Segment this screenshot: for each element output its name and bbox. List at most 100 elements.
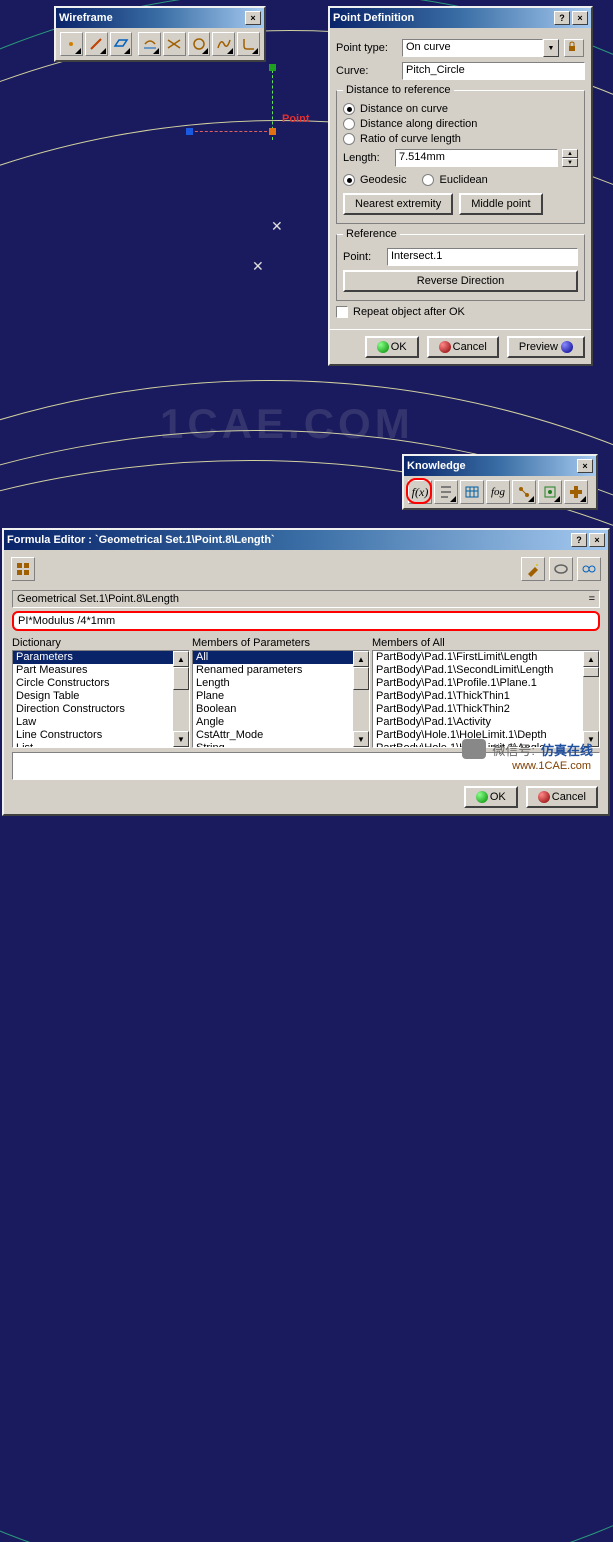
radio-label: Euclidean [439,174,487,186]
radio-label: Geodesic [360,174,406,186]
ok-button[interactable]: OK [365,336,419,358]
list-item[interactable]: PartBody\Pad.1\SecondLimit\Length [373,664,599,677]
cancel-button[interactable]: Cancel [526,786,598,808]
wireframe-titlebar[interactable]: Wireframe × [56,8,264,28]
handle[interactable] [269,64,276,71]
circle-tool[interactable] [188,32,211,56]
knowledge-tool[interactable] [512,480,536,504]
reverse-direction-button[interactable]: Reverse Direction [343,270,578,292]
list-item[interactable]: Boolean [193,703,369,716]
scroll-down-icon[interactable]: ▼ [173,731,189,747]
list-item[interactable]: String [193,742,369,748]
close-icon[interactable]: × [577,459,593,473]
list-item[interactable]: All [193,651,369,664]
spinner-up-icon[interactable]: ▲ [562,149,578,158]
preview-button[interactable]: Preview [507,336,585,358]
list-item[interactable]: Law [13,716,189,729]
cancel-button[interactable]: Cancel [427,336,499,358]
close-icon[interactable]: × [572,11,588,25]
pointdef-titlebar[interactable]: Point Definition ? × [330,8,591,28]
scroll-thumb[interactable] [173,667,189,690]
scroll-up-icon[interactable]: ▲ [173,651,189,667]
intersect-tool[interactable] [163,32,186,56]
eraser-tool[interactable] [549,557,573,581]
help-icon[interactable]: ? [571,533,587,547]
close-icon[interactable]: × [245,11,261,25]
incremental-tool[interactable] [11,557,35,581]
pointtype-select[interactable]: On curve [402,39,543,57]
curve-field[interactable]: Pitch_Circle [402,62,585,80]
handle[interactable] [269,128,276,135]
list-item[interactable]: CstAttr_Mode [193,729,369,742]
chevron-down-icon[interactable]: ▼ [543,39,559,57]
wechat-label: 微信号: [492,740,535,759]
scroll-up-icon[interactable]: ▲ [583,651,599,667]
line-tool[interactable] [85,32,108,56]
list-item[interactable]: PartBody\Pad.1\Activity [373,716,599,729]
list-item[interactable]: PartBody\Pad.1\FirstLimit\Length [373,651,599,664]
ok-button[interactable]: OK [464,786,518,808]
scrollbar[interactable]: ▲▼ [353,651,369,747]
point-field[interactable]: Intersect.1 [387,248,578,266]
spline-tool[interactable] [212,32,235,56]
formula-titlebar[interactable]: Formula Editor : `Geometrical Set.1\Poin… [4,530,608,550]
link-tool[interactable] [577,557,601,581]
scroll-up-icon[interactable]: ▲ [353,651,369,667]
list-item[interactable]: Plane [193,690,369,703]
scroll-down-icon[interactable]: ▼ [353,731,369,747]
corner-tool[interactable] [237,32,260,56]
scrollbar[interactable]: ▲▼ [583,651,599,747]
radio-ratio[interactable]: Ratio of curve length [343,133,578,145]
list-item[interactable]: PartBody\Pad.1\ThickThin1 [373,690,599,703]
radio-geodesic[interactable]: Geodesic [343,174,406,186]
radio-on-curve[interactable]: Distance on curve [343,103,578,115]
list-item[interactable]: Length [193,677,369,690]
checkbox-icon [336,306,348,318]
plane-tool[interactable] [110,32,133,56]
scroll-thumb[interactable] [353,667,369,690]
knowledge-titlebar[interactable]: Knowledge × [404,456,596,476]
point-tool[interactable] [60,32,83,56]
scrollbar[interactable]: ▲▼ [173,651,189,747]
length-spinner[interactable]: ▲▼ [562,149,578,167]
members-param-list[interactable]: All Renamed parameters Length Plane Bool… [192,650,370,748]
list-item[interactable]: PartBody\Pad.1\Profile.1\Plane.1 [373,677,599,690]
list-item[interactable]: Line Constructors [13,729,189,742]
law-tool[interactable]: fog [486,480,510,504]
reference-fieldset: Reference Point: Intersect.1 Reverse Dir… [336,228,585,301]
list-item[interactable]: Part Measures [13,664,189,677]
list-item[interactable]: PartBody\Pad.1\ThickThin2 [373,703,599,716]
distance-legend: Distance to reference [343,84,454,96]
repeat-checkbox[interactable]: Repeat object after OK [336,306,585,318]
rule-tool[interactable] [434,480,458,504]
dictionary-list[interactable]: Parameters Part Measures Circle Construc… [12,650,190,748]
scroll-thumb[interactable] [583,667,599,677]
radio-euclidean[interactable]: Euclidean [422,174,487,186]
middle-point-button[interactable]: Middle point [459,193,542,215]
list-item[interactable]: List [13,742,189,748]
members-all-list[interactable]: PartBody\Pad.1\FirstLimit\Length PartBod… [372,650,600,748]
nearest-extremity-button[interactable]: Nearest extremity [343,193,453,215]
radio-icon [422,174,434,186]
list-item[interactable]: Renamed parameters [193,664,369,677]
list-item[interactable]: Parameters [13,651,189,664]
list-item[interactable]: Direction Constructors [13,703,189,716]
close-icon[interactable]: × [589,533,605,547]
design-table-tool[interactable] [460,480,484,504]
formula-input[interactable]: PI*Modulus /4*1mm [12,611,600,631]
list-item[interactable]: Design Table [13,690,189,703]
lock-icon[interactable] [564,39,584,57]
equals-sign: = [589,593,595,605]
knowledge-tool-2[interactable] [538,480,562,504]
spinner-down-icon[interactable]: ▼ [562,158,578,167]
help-icon[interactable]: ? [554,11,570,25]
formula-tool[interactable]: f(x) [408,480,432,504]
radio-along-direction[interactable]: Distance along direction [343,118,578,130]
length-field[interactable]: 7.514mm [395,149,558,167]
list-item[interactable]: Angle [193,716,369,729]
optimize-tool[interactable] [564,480,588,504]
wizard-tool[interactable] [521,557,545,581]
list-item[interactable]: Circle Constructors [13,677,189,690]
project-tool[interactable] [138,32,161,56]
handle[interactable] [186,128,193,135]
